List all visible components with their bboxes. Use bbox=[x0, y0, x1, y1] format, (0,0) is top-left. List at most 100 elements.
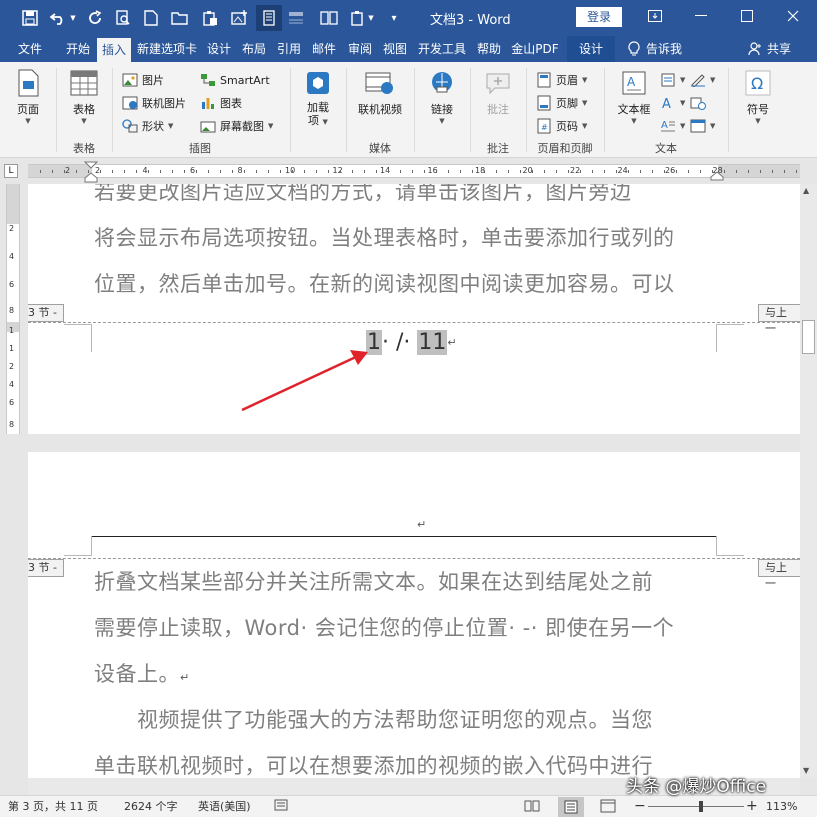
zoom-slider-thumb[interactable] bbox=[699, 801, 703, 812]
scroll-up-icon[interactable]: ▲ bbox=[803, 186, 809, 195]
scroll-down-icon[interactable]: ▼ bbox=[803, 766, 809, 775]
header-footer-group-label: 页眉和页脚 bbox=[537, 142, 593, 155]
right-indent-marker-icon[interactable] bbox=[710, 171, 724, 181]
page-count-status[interactable]: 第 3 页，共 11 页 bbox=[8, 799, 98, 815]
ruler-tick bbox=[244, 170, 245, 173]
ruler-tick bbox=[112, 170, 113, 173]
web-layout-view-icon[interactable] bbox=[600, 799, 616, 815]
print-layout-view-icon[interactable] bbox=[558, 797, 584, 817]
tab-references[interactable]: 引用 bbox=[273, 36, 305, 62]
zoom-slider[interactable] bbox=[648, 806, 744, 807]
page-number-button[interactable]: # 页码 ▼ bbox=[536, 116, 587, 136]
close-icon[interactable] bbox=[770, 0, 816, 32]
tab-insert[interactable]: 插入 bbox=[97, 38, 131, 62]
ruler-tick bbox=[340, 170, 341, 173]
pages-button[interactable]: 页面 ▼ bbox=[8, 68, 48, 125]
ruler-tick bbox=[616, 170, 617, 173]
zoom-out-icon[interactable]: − bbox=[634, 799, 646, 815]
tab-help[interactable]: 帮助 bbox=[473, 36, 505, 62]
picture-button[interactable]: 图片 bbox=[122, 70, 164, 90]
format-painter-icon[interactable] bbox=[284, 6, 308, 30]
tab-design[interactable]: 设计 bbox=[203, 36, 235, 62]
vertical-ruler[interactable]: 2 4 6 8 1 1 2 4 6 8 bbox=[6, 184, 20, 434]
zoom-level[interactable]: 113% bbox=[766, 799, 797, 815]
table-button[interactable]: 表格 ▼ bbox=[64, 68, 104, 125]
chart-label: 图表 bbox=[220, 97, 242, 110]
customize-qat-icon[interactable]: ▾ bbox=[384, 6, 404, 30]
redo-icon[interactable] bbox=[84, 6, 106, 30]
link-button[interactable]: 链接 ▼ bbox=[420, 68, 464, 125]
tab-header-footer-design[interactable]: 设计 bbox=[567, 36, 615, 62]
share-button[interactable]: 共享 bbox=[748, 36, 791, 62]
vertical-scrollbar[interactable]: ▲ ▼ bbox=[800, 184, 817, 778]
svg-text:#: # bbox=[541, 123, 548, 132]
footer-button[interactable]: 页脚 ▼ bbox=[536, 93, 587, 113]
open-folder-icon[interactable] bbox=[168, 6, 192, 30]
horizontal-ruler[interactable]: 2 2 4 6 8 10 12 14 16 18 20 22 24 26 28 bbox=[28, 161, 800, 183]
online-video-button[interactable]: 联机视频 bbox=[350, 68, 410, 117]
comment-group-label: 批注 bbox=[487, 142, 509, 155]
document-canvas[interactable]: 若要更改图片适应文档的方式，请单击该图片，图片旁边 将会显示布局选项按钮。当处理… bbox=[28, 184, 800, 778]
wordart-icon: A bbox=[660, 95, 676, 111]
screenshot-button[interactable]: 屏幕截图 ▼ bbox=[200, 116, 273, 136]
ruler-tick bbox=[172, 170, 173, 173]
paste-icon[interactable] bbox=[198, 6, 222, 30]
symbol-button[interactable]: Ω 符号 ▼ bbox=[736, 68, 780, 125]
macro-record-icon[interactable] bbox=[274, 799, 288, 815]
ruler-tick bbox=[796, 170, 797, 173]
shapes-button[interactable]: 形状 ▼ bbox=[122, 116, 173, 136]
wordart-button[interactable]: A ▼ bbox=[660, 93, 685, 113]
vruler-number: 4 bbox=[9, 380, 15, 389]
indent-marker-icon[interactable] bbox=[84, 161, 98, 183]
undo-dropdown-icon[interactable]: ▼ bbox=[70, 14, 75, 22]
vertical-scroll-thumb[interactable] bbox=[802, 320, 815, 354]
tab-wps-pdf[interactable]: 金山PDF bbox=[507, 36, 563, 62]
object-button[interactable]: ▼ bbox=[690, 116, 715, 136]
pen-icon bbox=[690, 72, 706, 88]
ruler-number: 24 bbox=[617, 166, 628, 175]
tell-me-search[interactable]: 告诉我 bbox=[628, 36, 682, 62]
ruler-tick bbox=[280, 170, 281, 173]
tab-stop-selector[interactable]: L bbox=[4, 164, 18, 178]
comment-button[interactable]: 批注 bbox=[476, 68, 520, 117]
online-picture-button[interactable]: 联机图片 bbox=[122, 93, 186, 113]
ruler-tick bbox=[400, 170, 401, 173]
addins-button[interactable]: 加载项 ▼ bbox=[296, 68, 340, 129]
tab-mailings[interactable]: 邮件 bbox=[307, 36, 341, 62]
tab-layout[interactable]: 布局 bbox=[237, 36, 271, 62]
tab-review[interactable]: 审阅 bbox=[343, 36, 377, 62]
word-count-status[interactable]: 2624 个字 bbox=[124, 799, 178, 815]
ruler-tick bbox=[76, 170, 77, 173]
read-mode-view-icon[interactable] bbox=[524, 799, 540, 815]
tab-new-tab[interactable]: 新建选项卡 bbox=[133, 36, 201, 62]
object-icon bbox=[690, 118, 706, 134]
header-button[interactable]: 页眉 ▼ bbox=[536, 70, 587, 90]
paste-special-icon[interactable]: ▼ bbox=[346, 6, 378, 30]
drop-cap-button[interactable]: A ▼ bbox=[660, 116, 685, 136]
quick-parts-button[interactable]: ▼ bbox=[660, 70, 685, 90]
ribbon-display-options-icon[interactable] bbox=[632, 0, 678, 32]
ruler-tick bbox=[292, 170, 293, 173]
signature-line-button[interactable]: ▼ bbox=[690, 70, 715, 90]
zoom-in-icon[interactable]: + bbox=[746, 799, 758, 815]
smartart-button[interactable]: SmartArt bbox=[200, 70, 270, 90]
tab-file[interactable]: 文件 bbox=[8, 36, 52, 62]
textbox-button[interactable]: A 文本框 ▼ bbox=[612, 68, 656, 125]
read-mode-icon[interactable] bbox=[256, 5, 282, 31]
tab-view[interactable]: 视图 bbox=[379, 36, 411, 62]
login-button[interactable]: 登录 bbox=[576, 7, 622, 27]
undo-icon[interactable]: ▼ bbox=[48, 6, 78, 30]
minimize-icon[interactable] bbox=[678, 0, 724, 32]
language-status[interactable]: 英语(美国) bbox=[198, 799, 251, 815]
ruler-tick bbox=[316, 170, 317, 173]
tab-developer[interactable]: 开发工具 bbox=[413, 36, 471, 62]
save-icon[interactable] bbox=[18, 6, 42, 30]
columns-icon[interactable] bbox=[316, 6, 342, 30]
maximize-icon[interactable] bbox=[724, 0, 770, 32]
tab-home[interactable]: 开始 bbox=[60, 36, 96, 62]
chart-button[interactable]: 图表 bbox=[200, 93, 242, 113]
new-document-icon[interactable] bbox=[140, 6, 162, 30]
date-time-button[interactable] bbox=[690, 93, 706, 113]
image-insert-icon[interactable] bbox=[228, 6, 252, 30]
print-preview-icon[interactable] bbox=[112, 6, 134, 30]
